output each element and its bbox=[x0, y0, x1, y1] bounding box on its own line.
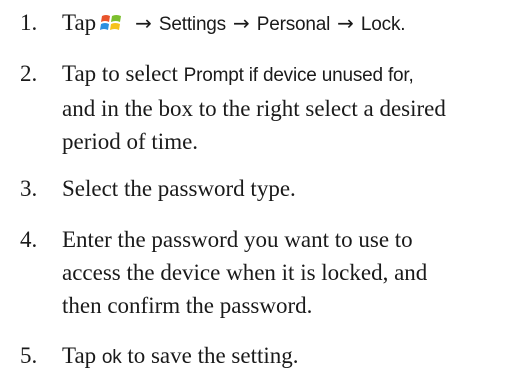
step-text-line: and in the box to the right select a des… bbox=[62, 96, 446, 121]
step-body: Enter the password you want to use to ac… bbox=[62, 223, 522, 322]
menu-path-lock: Lock bbox=[360, 14, 401, 35]
step-text-line: period of time. bbox=[62, 129, 199, 154]
step-text-line: Enter the password you want to use to bbox=[62, 227, 413, 252]
step-text: Tap bbox=[62, 10, 97, 35]
step-text-line: then confirm the password. bbox=[62, 293, 313, 318]
step-body: Tap to select Prompt if device unused fo… bbox=[62, 57, 522, 158]
step-text-line: access the device when it is locked, and bbox=[62, 260, 428, 285]
arrow-icon: → bbox=[135, 11, 152, 35]
instruction-list: 1. Tap → Settings → Personal → Lock. 2. Tap t… bbox=[0, 0, 530, 379]
arrow-icon: → bbox=[232, 11, 250, 35]
step-number: 4. bbox=[20, 227, 38, 252]
menu-path-settings: Settings bbox=[158, 14, 226, 35]
step-text: to save the setting. bbox=[127, 343, 299, 368]
step-number: 1. bbox=[20, 10, 38, 35]
arrow-icon: → bbox=[337, 11, 354, 35]
menu-path-personal: Personal bbox=[256, 14, 331, 35]
step-body: Select the password type. bbox=[62, 172, 522, 205]
step-number: 2. bbox=[20, 61, 38, 86]
step-text: Tap bbox=[62, 343, 97, 368]
step-number: 3. bbox=[20, 176, 38, 201]
step-end-punctuation: . bbox=[400, 14, 406, 35]
ok-button-label: ok bbox=[101, 347, 122, 368]
windows-start-icon bbox=[100, 12, 122, 34]
step-body: Tap → Settings → Personal → Lock. bbox=[62, 6, 522, 41]
step-body: Tap ok to save the setting. bbox=[62, 339, 522, 374]
step-text-line: Select the password type. bbox=[62, 176, 296, 201]
step-number: 5. bbox=[20, 343, 38, 368]
setting-name: Prompt if device unused for, bbox=[183, 65, 414, 86]
step-text: Tap to select bbox=[62, 61, 178, 86]
